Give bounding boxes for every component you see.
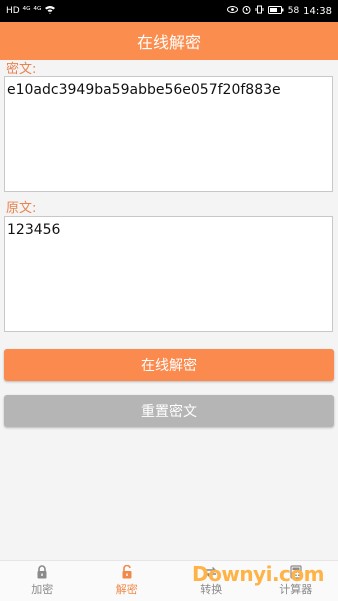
lock-icon [35,565,49,579]
vibrate-icon [255,5,264,17]
status-left: HD ⁴ᴳ ⁴ᴳ [6,6,55,17]
unlock-icon [120,565,134,579]
wifi-icon [45,6,55,17]
plaintext-label: 原文: [6,197,36,216]
cipher-input[interactable]: e10adc3949ba59abbe56e057f20f883e [4,76,333,192]
eye-icon [227,6,238,16]
page-title: 在线解密 [137,29,201,53]
cipher-label: 密文: [6,58,36,77]
plaintext-output[interactable]: 123456 [4,216,333,332]
status-right: 58 14:38 [227,5,332,17]
battery-icon [268,6,284,17]
decrypt-button[interactable]: 在线解密 [4,349,334,381]
clock: 14:38 [303,6,332,17]
alarm-icon [242,5,251,17]
watermark-logo: Downyi.com [192,562,324,586]
app-title-bar: 在线解密 [0,22,338,60]
nav-item-decrypt[interactable]: 解密 [85,561,170,601]
reset-button[interactable]: 重置密文 [4,395,334,427]
nav-label: 加密 [31,581,53,597]
status-bar: HD ⁴ᴳ ⁴ᴳ 58 14:38 [0,0,338,22]
nav-label: 解密 [116,581,138,597]
nav-item-encrypt[interactable]: 加密 [0,561,85,601]
signal-info: HD ⁴ᴳ ⁴ᴳ [6,6,41,16]
battery-level: 58 [288,6,299,16]
